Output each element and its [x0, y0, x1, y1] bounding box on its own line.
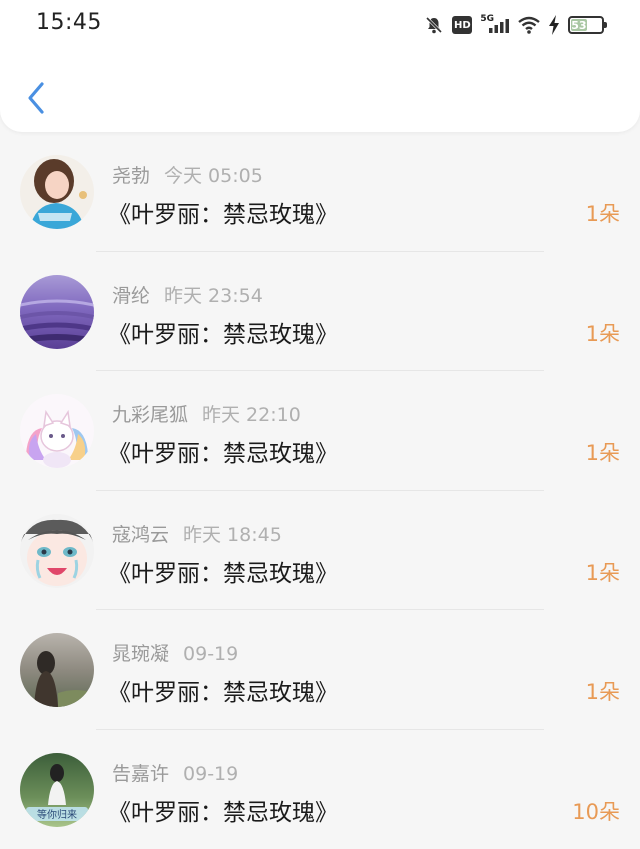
sender-meta: 寇鸿云昨天 18:45 — [112, 520, 282, 547]
gift-list: 尧勃今天 05:05 《叶罗丽：禁忌玫瑰》 1朵 — [0, 132, 640, 849]
sender-name: 尧勃 — [112, 165, 150, 187]
book-title: 《叶罗丽：禁忌玫瑰》 — [108, 793, 338, 827]
list-item[interactable]: 寇鸿云昨天 18:45 《叶罗丽：禁忌玫瑰》 1朵 — [0, 491, 640, 611]
send-time: 09-19 — [183, 643, 238, 665]
book-title: 《叶罗丽：禁忌玫瑰》 — [108, 315, 338, 349]
sender-meta: 滑纶昨天 23:54 — [112, 281, 263, 308]
battery-level: 53 — [571, 19, 587, 31]
avatar[interactable] — [20, 394, 94, 468]
sender-name: 寇鸿云 — [112, 524, 169, 546]
sender-meta: 告嘉许 09-19 — [112, 759, 238, 786]
flower-count: 1朵 — [586, 437, 620, 467]
book-title: 《叶罗丽：禁忌玫瑰》 — [108, 434, 338, 468]
battery-icon: 53 — [568, 16, 604, 34]
avatar[interactable] — [20, 514, 94, 588]
avatar-caption: 等你归来 — [37, 808, 77, 821]
avatar[interactable] — [20, 275, 94, 349]
sender-name: 告嘉许 — [112, 763, 169, 785]
avatar[interactable]: 等你归来 — [20, 753, 94, 827]
list-item[interactable]: 九彩尾狐昨天 22:10 《叶罗丽：禁忌玫瑰》 1朵 — [0, 371, 640, 491]
charging-icon — [548, 15, 560, 35]
status-time: 15:45 — [36, 10, 102, 35]
top-bar: 15:45 HD 5G — [0, 0, 640, 132]
avatar[interactable] — [20, 155, 94, 229]
flower-count: 1朵 — [586, 198, 620, 228]
list-item[interactable]: 晁琬凝 09-19 《叶罗丽：禁忌玫瑰》 1朵 — [0, 610, 640, 730]
send-time: 09-19 — [183, 763, 238, 785]
flower-count: 1朵 — [586, 676, 620, 706]
send-time: 昨天 22:10 — [202, 404, 301, 426]
sender-meta: 尧勃今天 05:05 — [112, 161, 263, 188]
battery-percent: 53 — [571, 19, 586, 32]
book-title: 《叶罗丽：禁忌玫瑰》 — [108, 673, 338, 707]
book-title: 《叶罗丽：禁忌玫瑰》 — [108, 195, 338, 229]
book-title: 《叶罗丽：禁忌玫瑰》 — [108, 554, 338, 588]
sender-meta: 晁琬凝 09-19 — [112, 639, 238, 666]
sender-name: 晁琬凝 — [112, 643, 169, 665]
send-time: 昨天 23:54 — [164, 285, 263, 307]
flower-count: 10朵 — [572, 796, 620, 826]
hd-icon: HD — [452, 16, 472, 34]
flower-count: 1朵 — [586, 557, 620, 587]
back-button[interactable] — [18, 76, 54, 120]
list-item[interactable]: 滑纶昨天 23:54 《叶罗丽：禁忌玫瑰》 1朵 — [0, 252, 640, 372]
list-item[interactable]: 尧勃今天 05:05 《叶罗丽：禁忌玫瑰》 1朵 — [0, 132, 640, 252]
signal-5g-icon: 5G — [480, 17, 510, 33]
chevron-left-icon — [26, 81, 46, 115]
flower-count: 1朵 — [586, 318, 620, 348]
status-icons: HD 5G 53 — [424, 12, 604, 38]
avatar[interactable] — [20, 633, 94, 707]
sender-name: 滑纶 — [112, 285, 150, 307]
list-item[interactable]: 等你归来 告嘉许 09-19 《叶罗丽：禁忌玫瑰》 10朵 — [0, 730, 640, 849]
sender-meta: 九彩尾狐昨天 22:10 — [112, 400, 301, 427]
wifi-icon — [518, 16, 540, 34]
sender-name: 九彩尾狐 — [112, 404, 188, 426]
send-time: 昨天 18:45 — [183, 524, 282, 546]
network-label: 5G — [480, 14, 494, 24]
mute-icon — [424, 15, 444, 35]
send-time: 今天 05:05 — [164, 165, 263, 187]
